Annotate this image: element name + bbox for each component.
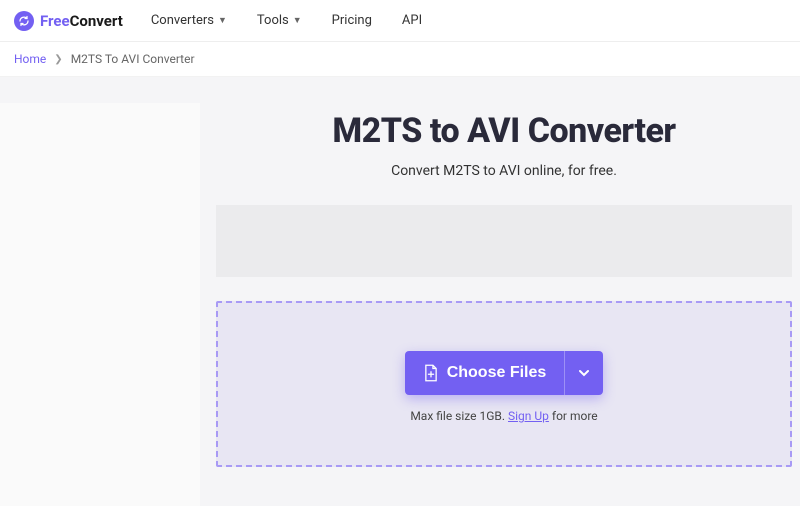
nav-pricing[interactable]: Pricing	[332, 13, 372, 28]
choose-files-button[interactable]: Choose Files	[405, 351, 565, 395]
breadcrumb: Home ❯ M2TS To AVI Converter	[0, 42, 800, 77]
refresh-icon	[14, 11, 34, 31]
nav-items: Converters▼ Tools▼ Pricing API	[151, 13, 422, 28]
page-title: M2TS to AVI Converter	[216, 111, 792, 151]
max-size-note: Max file size 1GB. Sign Up for more	[238, 409, 770, 423]
main-content: M2TS to AVI Converter Convert M2TS to AV…	[200, 77, 800, 506]
content-area: M2TS to AVI Converter Convert M2TS to AV…	[0, 77, 800, 506]
chevron-down-icon: ▼	[293, 15, 302, 26]
breadcrumb-home[interactable]: Home	[14, 52, 46, 66]
sidebar-placeholder	[0, 103, 200, 506]
signup-link[interactable]: Sign Up	[508, 409, 549, 423]
nav-converters[interactable]: Converters▼	[151, 13, 227, 28]
logo-text: FreeConvert	[40, 12, 123, 30]
nav-api[interactable]: API	[402, 13, 422, 28]
file-add-icon	[423, 364, 439, 382]
choose-files-label: Choose Files	[447, 364, 547, 382]
ad-placeholder	[216, 205, 792, 277]
choose-files-dropdown[interactable]	[564, 351, 603, 395]
chevron-right-icon: ❯	[54, 54, 62, 65]
nav-tools[interactable]: Tools▼	[257, 13, 302, 28]
dropzone[interactable]: Choose Files Max file size 1GB. Sign Up …	[216, 301, 792, 467]
page-subtitle: Convert M2TS to AVI online, for free.	[216, 163, 792, 179]
breadcrumb-current: M2TS To AVI Converter	[71, 52, 195, 66]
choose-files-group: Choose Files	[405, 351, 604, 395]
chevron-down-icon	[579, 368, 589, 378]
chevron-down-icon: ▼	[218, 15, 227, 26]
logo[interactable]: FreeConvert	[14, 11, 123, 31]
top-nav: FreeConvert Converters▼ Tools▼ Pricing A…	[0, 0, 800, 42]
